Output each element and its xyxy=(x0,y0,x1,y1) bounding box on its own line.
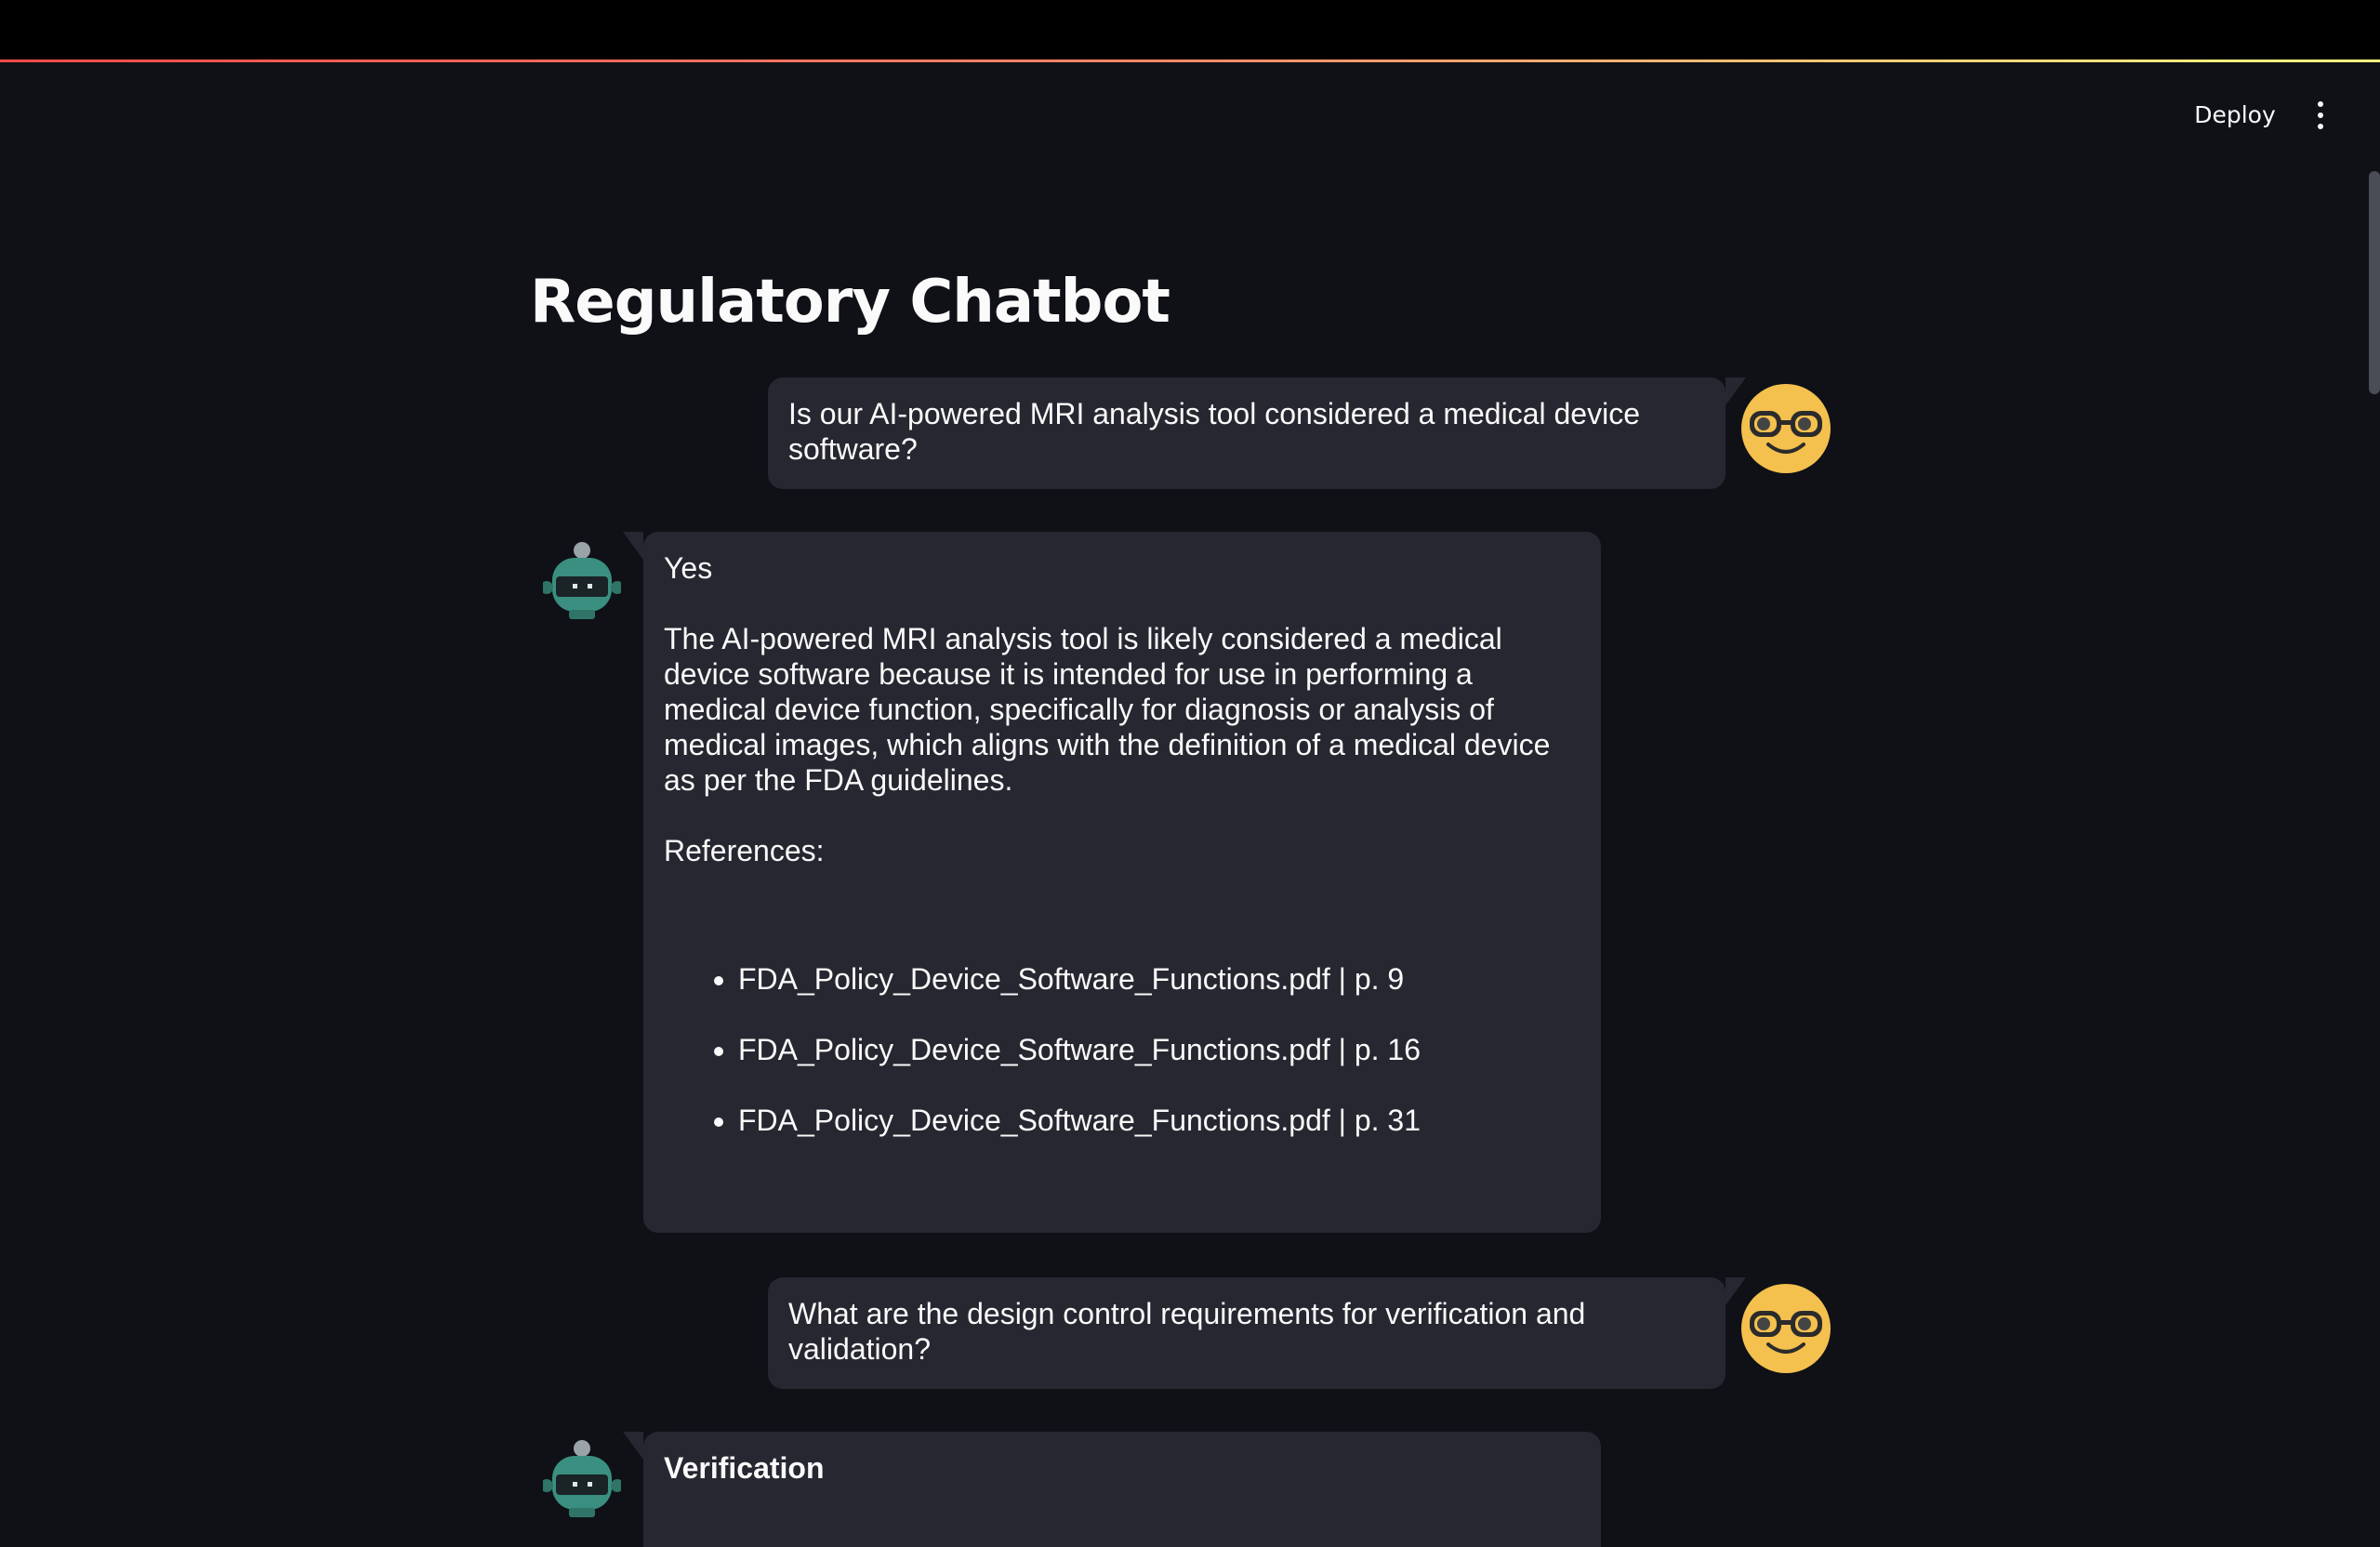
reference-item: FDA_Policy_Device_Software_Functions.pdf… xyxy=(738,1032,1580,1067)
top-decoration-line xyxy=(0,60,2380,62)
references-list: FDA_Policy_Device_Software_Functions.pdf… xyxy=(664,961,1580,1138)
user-message: Is our AI-powered MRI analysis tool cons… xyxy=(768,377,1746,489)
assistant-heading: Verification xyxy=(664,1451,825,1485)
reference-item: FDA_Policy_Device_Software_Functions.pdf… xyxy=(738,1103,1580,1138)
nerd-face-icon xyxy=(1741,1284,1831,1373)
user-message-text: What are the design control requirements… xyxy=(788,1297,1586,1366)
user-message: What are the design control requirements… xyxy=(768,1277,1746,1389)
top-bar xyxy=(0,0,2380,60)
kebab-menu-icon[interactable] xyxy=(2302,93,2339,138)
assistant-answer: Yes xyxy=(664,551,713,585)
page-title: Regulatory Chatbot xyxy=(530,268,1170,337)
nerd-face-icon xyxy=(1741,384,1831,473)
deploy-button[interactable]: Deploy xyxy=(2175,95,2294,134)
assistant-message: Yes The AI-powered MRI analysis tool is … xyxy=(623,532,1601,1233)
assistant-message: Verification xyxy=(623,1432,1601,1547)
robot-icon xyxy=(543,1440,621,1517)
assistant-explanation: The AI-powered MRI analysis tool is like… xyxy=(664,622,1551,797)
reference-item: FDA_Policy_Device_Software_Functions.pdf… xyxy=(738,961,1580,997)
scrollbar[interactable] xyxy=(2369,171,2380,394)
references-label: References: xyxy=(664,834,825,867)
robot-icon xyxy=(543,542,621,619)
user-message-text: Is our AI-powered MRI analysis tool cons… xyxy=(788,397,1640,466)
